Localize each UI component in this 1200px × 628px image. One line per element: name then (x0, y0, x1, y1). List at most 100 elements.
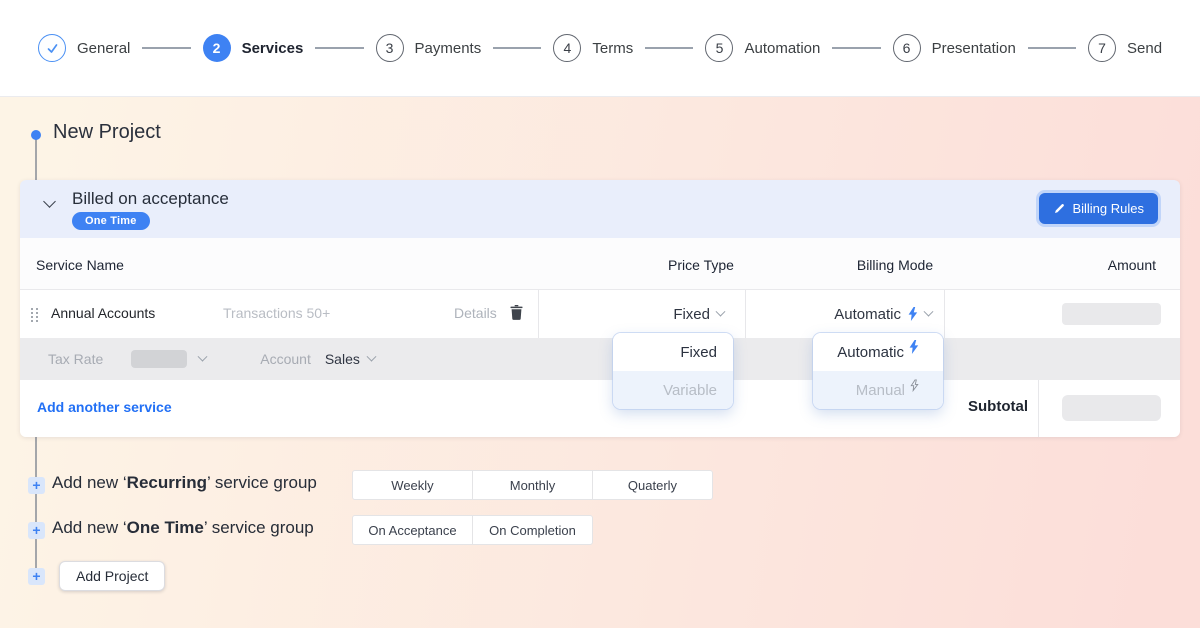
stepper-connector (142, 47, 190, 49)
billing-mode-dropdown: Automatic Manual (813, 333, 943, 409)
step-number: 6 (893, 34, 921, 62)
add-project-button[interactable]: Add Project (59, 561, 165, 591)
add-one-time-text: Add new ‘One Time’ service group (52, 518, 314, 538)
price-type-value: Fixed (673, 306, 710, 323)
step-label: Automation (744, 40, 820, 57)
on-acceptance-button[interactable]: On Acceptance (352, 515, 473, 545)
option-label: Automatic (837, 344, 904, 361)
step-label: Presentation (932, 40, 1016, 57)
dropdown-option-fixed[interactable]: Fixed (613, 333, 733, 371)
amount-input-placeholder[interactable] (1062, 303, 1161, 325)
billing-mode-select[interactable]: Automatic (745, 290, 944, 338)
stepper-step-send[interactable]: 7 Send (1088, 34, 1162, 62)
stepper-connector (493, 47, 541, 49)
stepper-connector (1028, 47, 1076, 49)
subtotal-row: Add another service Subtotal (20, 380, 1180, 437)
plus-icon[interactable]: + (28, 522, 45, 539)
plus-icon[interactable]: + (28, 477, 45, 494)
one-time-badge: One Time (72, 212, 150, 230)
dropdown-option-manual[interactable]: Manual (813, 371, 943, 409)
step-number: 2 (203, 34, 231, 62)
one-time-options-group: On Acceptance On Completion (352, 515, 593, 545)
billing-rules-button[interactable]: Billing Rules (1039, 193, 1158, 224)
chevron-down-icon[interactable] (198, 351, 208, 361)
text-part-bold: One Time (127, 518, 204, 537)
step-check-icon (38, 34, 66, 62)
wizard-stepper: General 2 Services 3 Payments 4 Terms 5 … (0, 0, 1200, 97)
trash-icon[interactable] (510, 305, 523, 325)
step-label: Services (242, 40, 304, 57)
step-label: Terms (592, 40, 633, 57)
monthly-button[interactable]: Monthly (472, 470, 593, 500)
stepper-step-automation[interactable]: 5 Automation (705, 34, 820, 62)
service-description[interactable]: Transactions 50+ (223, 305, 330, 321)
chevron-down-icon (366, 351, 376, 361)
price-type-dropdown: Fixed Variable (613, 333, 733, 409)
text-part: Add new ‘ (52, 473, 127, 492)
tax-rate-label: Tax Rate (48, 351, 103, 367)
recurring-options-group: Weekly Monthly Quaterly (352, 470, 713, 500)
col-billing-mode: Billing Mode (825, 257, 965, 273)
stepper-step-terms[interactable]: 4 Terms (553, 34, 633, 62)
option-label: Manual (856, 382, 905, 399)
tax-rate-row: Tax Rate Account Sales (20, 338, 1180, 380)
dropdown-option-automatic[interactable]: Automatic (813, 333, 943, 371)
collapse-chevron-icon[interactable] (43, 195, 56, 208)
services-canvas: New Project Billed on acceptance One Tim… (0, 97, 1200, 628)
col-service-name: Service Name (36, 257, 124, 273)
project-title: New Project (53, 121, 161, 144)
weekly-button[interactable]: Weekly (352, 470, 473, 500)
step-number: 7 (1088, 34, 1116, 62)
account-label: Account (260, 351, 311, 367)
subtotal-amount-placeholder (1062, 395, 1161, 421)
price-type-select[interactable]: Fixed (538, 290, 745, 338)
service-name[interactable]: Annual Accounts (51, 305, 155, 321)
add-another-service-link[interactable]: Add another service (37, 399, 172, 415)
group-title: Billed on acceptance (72, 189, 229, 209)
quaterly-button[interactable]: Quaterly (592, 470, 713, 500)
chevron-down-icon (924, 306, 934, 316)
billing-group-panel: Billed on acceptance One Time Billing Ru… (20, 180, 1180, 437)
add-recurring-text: Add new ‘Recurring’ service group (52, 473, 317, 493)
cell-divider (1038, 380, 1039, 437)
account-select[interactable]: Sales (325, 351, 375, 367)
stepper-step-services[interactable]: 2 Services (203, 34, 304, 62)
account-value: Sales (325, 351, 360, 367)
project-node-dot (31, 130, 41, 140)
cell-divider (944, 290, 945, 338)
stepper-connector (832, 47, 880, 49)
billing-rules-label: Billing Rules (1072, 201, 1144, 216)
services-table-header: Service Name Price Type Billing Mode Amo… (20, 238, 1180, 290)
plus-icon[interactable]: + (28, 568, 45, 585)
stepper-connector (315, 47, 363, 49)
stepper-step-presentation[interactable]: 6 Presentation (893, 34, 1016, 62)
col-amount: Amount (1108, 257, 1156, 273)
stepper-step-general[interactable]: General (38, 34, 130, 62)
step-number: 4 (553, 34, 581, 62)
service-row: Annual Accounts Transactions 50+ Details… (20, 290, 1180, 338)
step-number: 5 (705, 34, 733, 62)
step-label: Payments (415, 40, 482, 57)
on-completion-button[interactable]: On Completion (472, 515, 593, 545)
chevron-down-icon (716, 306, 726, 316)
col-price-type: Price Type (631, 257, 771, 273)
text-part: ’ service group (204, 518, 314, 537)
stepper-step-payments[interactable]: 3 Payments (376, 34, 482, 62)
stepper-connector (645, 47, 693, 49)
service-details-link[interactable]: Details (454, 305, 497, 321)
step-label: Send (1127, 40, 1162, 57)
pencil-icon (1053, 203, 1065, 215)
subtotal-label: Subtotal (968, 398, 1028, 415)
billing-mode-value: Automatic (834, 306, 901, 323)
tax-rate-select-placeholder[interactable] (131, 350, 187, 368)
text-part-bold: Recurring (127, 473, 207, 492)
lightning-icon (908, 307, 918, 321)
dropdown-option-variable[interactable]: Variable (613, 371, 733, 409)
text-part: Add new ‘ (52, 518, 127, 537)
lightning-outline-icon (910, 379, 919, 392)
text-part: ’ service group (207, 473, 317, 492)
drag-handle-icon[interactable] (31, 308, 38, 320)
step-label: General (77, 40, 130, 57)
group-header: Billed on acceptance One Time Billing Ru… (20, 180, 1180, 238)
step-number: 3 (376, 34, 404, 62)
